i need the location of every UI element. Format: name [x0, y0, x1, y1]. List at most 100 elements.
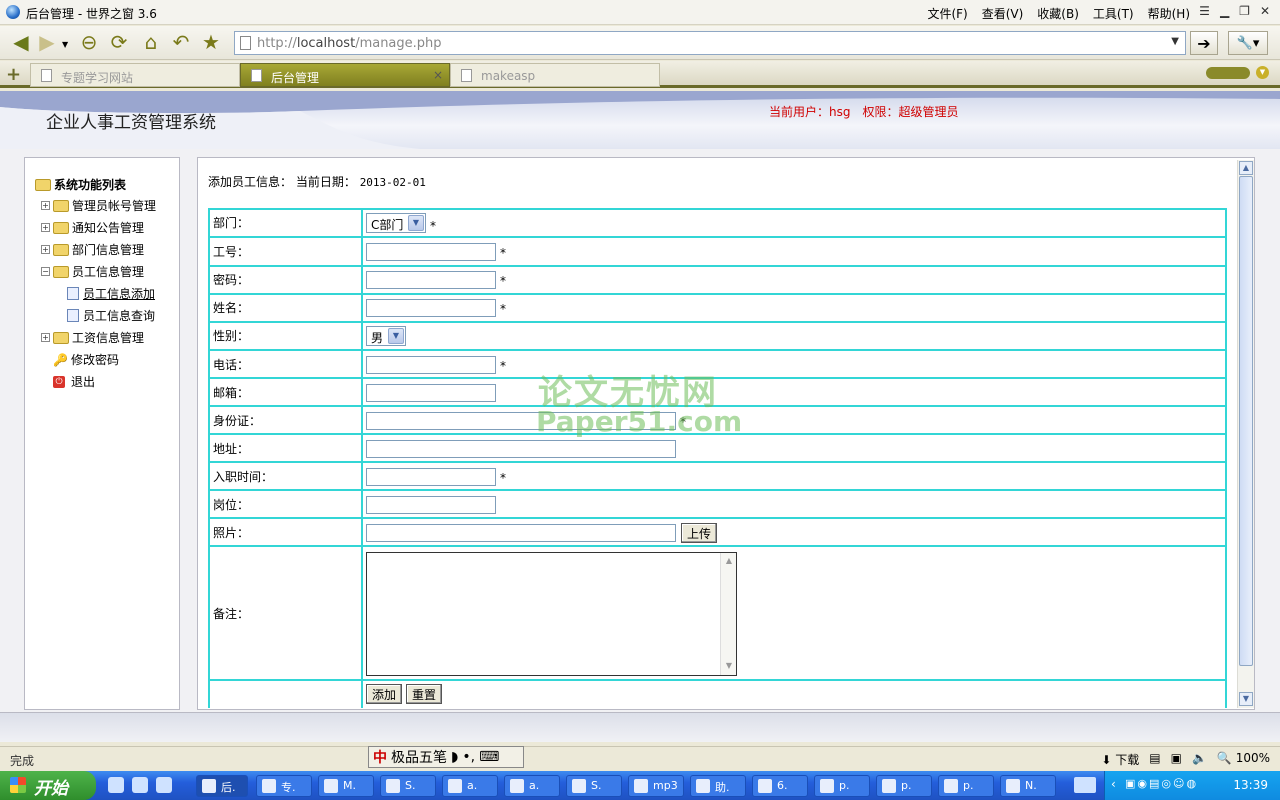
email-input[interactable] [366, 384, 496, 402]
stop-icon[interactable]: ⊖ [76, 29, 102, 55]
task-item[interactable]: 专. [256, 775, 312, 797]
scroll-up-icon[interactable]: ▲ [722, 554, 736, 568]
ime-toolbar[interactable]: 中 极品五笔 ◗ •, ⌨ [368, 746, 524, 768]
task-item[interactable]: a. [442, 775, 498, 797]
collapse-icon[interactable]: − [41, 267, 50, 276]
sidebar-item-salary[interactable]: + 工资信息管理 [41, 329, 144, 346]
sidebar-item-departments[interactable]: + 部门信息管理 [41, 241, 144, 258]
task-item[interactable]: 6. [752, 775, 808, 797]
address-bar[interactable]: http://localhost/manage.php ▼ [234, 31, 1186, 55]
photo-input[interactable] [366, 524, 676, 542]
back-icon[interactable]: ◀ [8, 29, 34, 55]
photo-label: 照片： [213, 526, 250, 540]
remark-textarea[interactable]: ▲ ▼ [366, 552, 737, 676]
task-item[interactable]: p. [876, 775, 932, 797]
task-item[interactable]: S. [380, 775, 436, 797]
upload-button[interactable]: 上传 [681, 523, 718, 543]
moon-icon[interactable]: ◗ [451, 749, 458, 765]
forward-icon[interactable]: ▶ [34, 29, 60, 55]
sidebar-item-notices[interactable]: + 通知公告管理 [41, 219, 144, 236]
task-item[interactable]: S. [566, 775, 622, 797]
vertical-scrollbar[interactable]: ▲ ▼ [1237, 160, 1254, 708]
volume-icon[interactable]: 🔈 [1192, 751, 1207, 768]
position-input[interactable] [366, 496, 496, 514]
expand-icon[interactable]: + [41, 333, 50, 342]
punctuation-icon[interactable]: •, [462, 749, 475, 765]
menu-tools[interactable]: 工具(T) [1093, 5, 1134, 22]
expand-icon[interactable]: + [41, 223, 50, 232]
task-item[interactable]: mp3 [628, 775, 684, 797]
expand-icon[interactable]: + [41, 245, 50, 254]
id-label: 工号： [213, 245, 250, 259]
clock[interactable]: 13:39 [1233, 778, 1268, 792]
reset-button[interactable]: 重置 [406, 684, 443, 704]
phone-input[interactable] [366, 356, 496, 374]
textarea-scrollbar[interactable]: ▲ ▼ [720, 553, 736, 675]
security-icon[interactable]: ▤ [1149, 751, 1160, 768]
tray-expand-icon[interactable]: ‹ [1111, 777, 1116, 791]
menu-view[interactable]: 查看(V) [982, 5, 1024, 22]
task-item[interactable]: a. [504, 775, 560, 797]
go-button[interactable]: ➔ [1190, 31, 1218, 55]
address-input[interactable] [366, 440, 676, 458]
zoom-icon[interactable]: 🔍 100% [1217, 751, 1270, 768]
quicklaunch-icon[interactable] [132, 777, 148, 793]
name-input[interactable] [366, 299, 496, 317]
tab-scroll-icon[interactable] [1206, 67, 1250, 79]
history-dropdown-icon[interactable]: ▼ [62, 40, 68, 49]
sidebar-item-logout[interactable]: ⏻ 退出 [53, 373, 95, 390]
menu-help[interactable]: 帮助(H) [1148, 5, 1190, 22]
tab-makeasp[interactable]: makeasp [450, 63, 660, 87]
start-button[interactable]: 开始 [0, 771, 96, 800]
network-icon[interactable]: ▣ [1171, 751, 1182, 768]
close-icon[interactable]: ✕ [1260, 4, 1270, 18]
sidebar-item-employees[interactable]: − 员工信息管理 [41, 263, 144, 280]
expand-icon[interactable]: + [41, 201, 50, 210]
sidebar-item-employee-query[interactable]: 员工信息查询 [67, 307, 155, 324]
sidebar-item-change-password[interactable]: 🔑 修改密码 [53, 351, 119, 368]
task-item[interactable]: M. [318, 775, 374, 797]
keyboard-icon[interactable] [1074, 777, 1096, 793]
home-icon[interactable]: ⌂ [138, 29, 164, 55]
favorites-star-icon[interactable]: ★ [198, 29, 224, 55]
hire-date-input[interactable] [366, 468, 496, 486]
password-input[interactable] [366, 271, 496, 289]
minimize-icon[interactable]: ▁ [1220, 4, 1229, 18]
menu-file[interactable]: 文件(F) [927, 5, 967, 22]
menu-icon[interactable]: ☰ [1199, 4, 1210, 18]
quicklaunch-icon[interactable] [156, 777, 172, 793]
task-browser[interactable]: 后. [196, 775, 248, 797]
tab-admin[interactable]: 后台管理 × [240, 63, 450, 87]
keyboard-icon[interactable]: ⌨ [479, 749, 499, 765]
tools-button[interactable]: 🔧▾ [1228, 31, 1268, 55]
quicklaunch-icon[interactable] [108, 777, 124, 793]
download-icon[interactable]: ⬇ 下载 [1101, 751, 1139, 768]
new-tab-icon[interactable]: + [6, 64, 21, 85]
dept-select[interactable]: C部门 ▼ [366, 213, 426, 233]
task-item[interactable]: p. [814, 775, 870, 797]
tab-menu-icon[interactable]: ▼ [1256, 66, 1269, 79]
tree-root[interactable]: 系统功能列表 [35, 176, 126, 193]
tab-close-icon[interactable]: × [433, 68, 443, 82]
sidebar-item-admin-accounts[interactable]: + 管理员帐号管理 [41, 197, 156, 214]
sidebar-item-employee-add[interactable]: 员工信息添加 [67, 285, 155, 302]
tab-topic-site[interactable]: 专题学习网站 [30, 63, 240, 87]
tray-icons[interactable]: ▣◉▤◎☺◍ [1125, 777, 1198, 790]
employee-id-input[interactable] [366, 243, 496, 261]
scroll-thumb[interactable] [1239, 176, 1253, 666]
date-value: 2013-02-01 [359, 176, 426, 189]
gender-label: 性别： [213, 329, 250, 343]
task-item[interactable]: 助. [690, 775, 746, 797]
scroll-up-icon[interactable]: ▲ [1239, 161, 1253, 175]
url-dropdown-icon[interactable]: ▼ [1171, 36, 1179, 47]
menu-favorites[interactable]: 收藏(B) [1037, 5, 1079, 22]
restore-icon[interactable]: ❐ [1239, 4, 1250, 18]
scroll-down-icon[interactable]: ▼ [1239, 692, 1253, 706]
task-item[interactable]: p. [938, 775, 994, 797]
undo-close-icon[interactable]: ↶ [168, 29, 194, 55]
gender-select[interactable]: 男 ▼ [366, 326, 406, 346]
scroll-down-icon[interactable]: ▼ [722, 659, 736, 673]
add-button[interactable]: 添加 [366, 684, 403, 704]
task-item[interactable]: N. [1000, 775, 1056, 797]
refresh-icon[interactable]: ⟳ [106, 29, 132, 55]
